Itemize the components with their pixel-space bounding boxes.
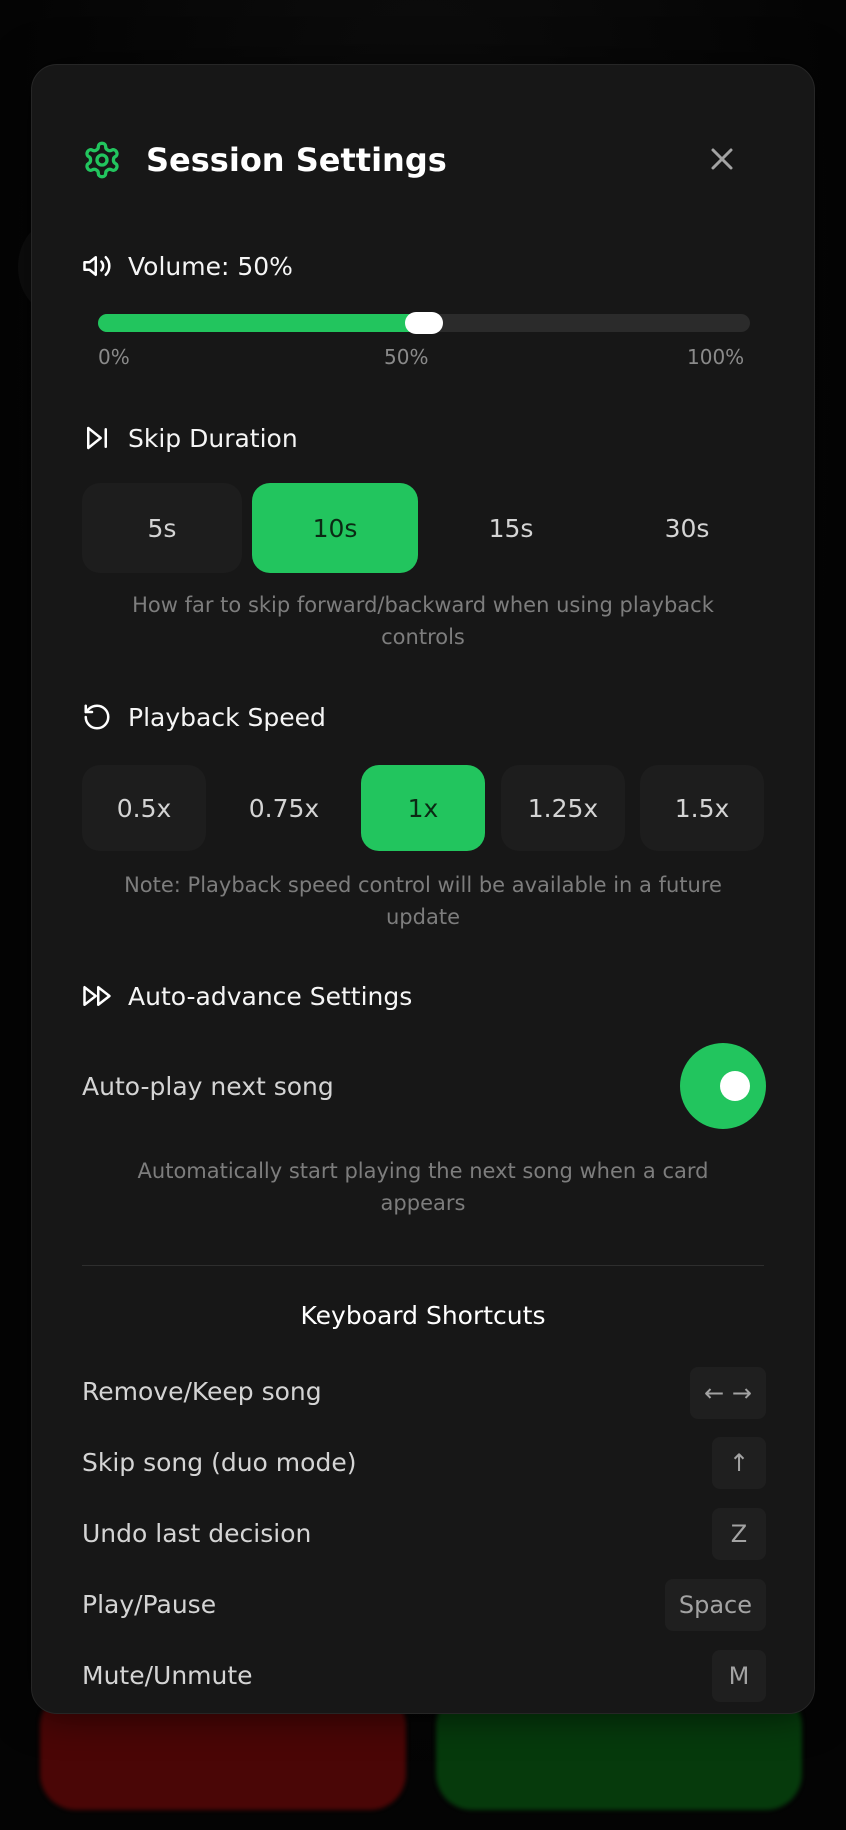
- skip-duration-label: Skip Duration: [82, 423, 298, 453]
- skip-option-5s[interactable]: 5s: [82, 483, 242, 573]
- volume-slider[interactable]: [98, 312, 750, 334]
- auto-play-hint: Automatically start playing the next son…: [137, 1159, 709, 1215]
- shortcut-label: Remove/Keep song: [82, 1377, 322, 1406]
- playback-speed-text: Playback Speed: [128, 702, 326, 732]
- speed-option-0-5x[interactable]: 0.5x: [82, 765, 206, 851]
- fast-forward-icon: [83, 986, 111, 1006]
- shortcut-key: Space: [664, 1579, 766, 1631]
- session-settings-modal: Session Settings Volume: 50% 0% 50% 100%…: [31, 64, 815, 1714]
- toggle-knob: [720, 1071, 750, 1101]
- shortcut-key: ← →: [690, 1367, 766, 1419]
- shortcut-label: Undo last decision: [82, 1519, 312, 1548]
- rotate-ccw-icon: [84, 704, 110, 730]
- keyboard-shortcuts-title: Keyboard Shortcuts: [300, 1301, 546, 1330]
- volume-label: Volume: 50%: [82, 251, 293, 281]
- skip-option-30s[interactable]: 30s: [604, 483, 770, 573]
- skip-duration-text: Skip Duration: [128, 423, 298, 453]
- volume-icon: [83, 256, 111, 276]
- speed-option-1-5x[interactable]: 1.5x: [640, 765, 764, 851]
- auto-advance-label: Auto-advance Settings: [82, 981, 412, 1011]
- skip-option-10s[interactable]: 10s: [252, 483, 418, 573]
- gear-icon: [85, 141, 119, 179]
- playback-speed-label: Playback Speed: [82, 702, 326, 732]
- volume-text: Volume: 50%: [128, 251, 293, 281]
- speed-option-1-25x[interactable]: 1.25x: [501, 765, 625, 851]
- skip-duration-hint: How far to skip forward/backward when us…: [132, 593, 714, 649]
- divider: [82, 1265, 764, 1266]
- volume-tick-max: 100%: [687, 345, 745, 369]
- volume-slider-fill: [98, 314, 424, 332]
- page-title: Session Settings: [146, 141, 447, 179]
- shortcut-key: M: [712, 1650, 766, 1702]
- shortcut-key: ↑: [712, 1437, 766, 1489]
- shortcut-key: Z: [712, 1508, 766, 1560]
- volume-tick-mid: 50%: [384, 345, 429, 369]
- speed-option-0-75x[interactable]: 0.75x: [222, 765, 346, 851]
- shortcut-label: Mute/Unmute: [82, 1661, 253, 1690]
- auto-play-toggle[interactable]: [680, 1043, 766, 1129]
- auto-play-label: Auto-play next song: [82, 1072, 334, 1101]
- modal-header: Session Settings: [82, 135, 764, 185]
- shortcut-label: Play/Pause: [82, 1590, 217, 1619]
- speed-option-1x[interactable]: 1x: [361, 765, 485, 851]
- skip-forward-icon: [87, 426, 107, 450]
- volume-slider-thumb[interactable]: [405, 312, 443, 334]
- close-icon[interactable]: [704, 141, 740, 177]
- playback-speed-hint: Note: Playback speed control will be ava…: [124, 873, 722, 929]
- auto-advance-text: Auto-advance Settings: [128, 981, 413, 1011]
- skip-option-15s[interactable]: 15s: [428, 483, 594, 573]
- volume-tick-min: 0%: [98, 345, 130, 369]
- shortcut-label: Skip song (duo mode): [82, 1448, 357, 1477]
